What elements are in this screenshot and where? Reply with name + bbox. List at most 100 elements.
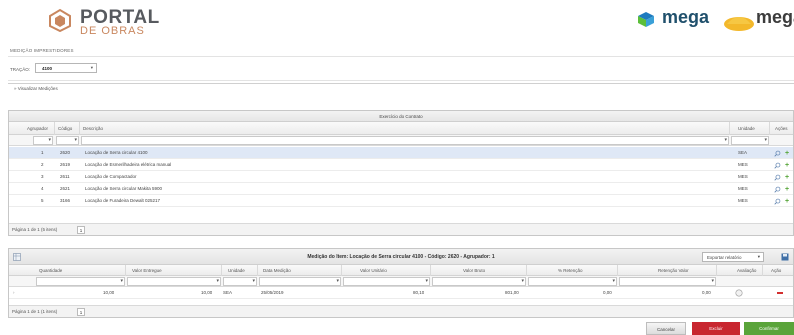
filter-agrupador[interactable]: ▾ <box>33 136 53 145</box>
col-header-descricao[interactable]: Descrição <box>80 122 730 135</box>
visualizar-medicoes-fieldset[interactable]: » Visualizar Medições <box>8 83 794 94</box>
row-indicator: › <box>13 290 15 295</box>
pager-text: Página 1 de 1 (5 itens) <box>12 227 58 232</box>
cell-data-medicao: 25/05/2019 <box>261 290 284 295</box>
cell-unidade: SEA <box>738 150 748 155</box>
filter-quantidade[interactable]: ▾ <box>36 277 125 286</box>
cell-valor-bruto: 801,00 <box>505 290 519 295</box>
contract-items-grid: Exercício do Contrato Agrupador Código D… <box>8 110 794 236</box>
add-icon[interactable]: + <box>785 174 791 181</box>
filter-label: TRAÇÃO: <box>10 67 31 72</box>
col-header-quantidade[interactable]: Quantidade <box>9 265 126 276</box>
col-header-agrupador[interactable]: Agrupador <box>9 122 55 135</box>
cell-retencao-valor: 0,00 <box>702 290 711 295</box>
search-icon[interactable] <box>774 162 781 169</box>
grid-filter-row: ▾ ▾ ▾ ▾ <box>9 135 793 146</box>
add-icon[interactable]: + <box>785 150 791 157</box>
col-header-unidade[interactable]: Unidade <box>730 122 770 135</box>
grid-filter-row: ▾ ▾ ▾ ▾ ▾ ▾ ▾ ▾ <box>9 276 793 287</box>
tracao-select[interactable]: 4100 ▾ <box>35 63 97 73</box>
cell-unidade: MES <box>738 186 748 191</box>
chevron-down-icon: ▾ <box>90 65 93 70</box>
search-icon[interactable] <box>774 198 781 205</box>
mega-brand-text: mega <box>662 7 710 27</box>
chevron-down-icon: ▾ <box>612 278 615 284</box>
cell-codigo: 2621 <box>60 186 71 191</box>
cell-descricao: Locação de Serra circular Makita 5900 <box>85 186 163 191</box>
grid-header: Quantidade Valor Entregue Unidade Data M… <box>9 265 793 276</box>
search-icon[interactable] <box>774 150 781 157</box>
cell-codigo: 2620 <box>60 150 71 155</box>
col-header-data-medicao[interactable]: Data Medição <box>258 265 342 276</box>
pager: Página 1 de 1 (5 itens) 1 <box>9 223 793 235</box>
cell-codigo: 3166 <box>60 198 71 203</box>
chevron-down-icon: ▾ <box>120 278 123 284</box>
chevron-down-icon: ▾ <box>252 278 255 284</box>
search-icon[interactable] <box>774 186 781 193</box>
col-header-valor-unitario[interactable]: Valor Unitário <box>342 265 431 276</box>
filter-unidade[interactable]: ▾ <box>731 136 769 145</box>
grid-header: Agrupador Código Descrição Unidade Ações <box>9 122 793 135</box>
filter-codigo[interactable]: ▾ <box>56 136 79 145</box>
table-row[interactable]: 2 2619 Locação de Esmerilhadeira elétric… <box>9 159 793 171</box>
grid-title-bar: Medição do Item: Locação de Serra circul… <box>9 249 793 265</box>
evaluation-icon[interactable] <box>735 289 743 297</box>
grid-title: Medição do Item: Locação de Serra circul… <box>307 254 495 260</box>
col-header-valor-bruto[interactable]: Valor Bruto <box>431 265 527 276</box>
export-select[interactable]: Exportar relatório ▾ <box>702 252 764 262</box>
fieldset-label[interactable]: » Visualizar Medições <box>12 86 60 91</box>
cell-valor-entregue: 10,00 <box>201 290 213 295</box>
filter-unidade[interactable]: ▾ <box>223 277 257 286</box>
filter-data-medicao[interactable]: ▾ <box>259 277 341 286</box>
cell-retencao-pct: 0,00 <box>603 290 612 295</box>
portal-logo-icon <box>49 8 71 32</box>
filter-descricao[interactable]: ▾ <box>81 136 729 145</box>
page-number[interactable]: 1 <box>77 226 85 234</box>
chevron-down-icon: ▾ <box>216 278 219 284</box>
cell-agrupador: 1 <box>41 150 44 155</box>
page-number[interactable]: 1 <box>77 308 85 316</box>
cell-unidade: MES <box>738 198 748 203</box>
table-row[interactable]: 1 2620 Locação de Serra circular 4100 SE… <box>9 147 793 159</box>
chevron-down-icon: ▾ <box>521 278 524 284</box>
col-header-acoes: Ações <box>775 126 788 131</box>
delete-icon[interactable] <box>777 292 783 294</box>
cell-codigo: 2611 <box>60 174 70 179</box>
chevron-down-icon: ▾ <box>711 278 714 284</box>
add-icon[interactable]: + <box>785 186 791 193</box>
chevron-down-icon: ▾ <box>425 278 428 284</box>
add-icon[interactable]: + <box>785 198 791 205</box>
confirm-button[interactable]: Confirmar <box>744 322 794 335</box>
cell-unidade: MES <box>738 162 748 167</box>
cell-agrupador: 3 <box>41 174 44 179</box>
filter-valor-bruto[interactable]: ▾ <box>432 277 526 286</box>
col-header-retencao-valor[interactable]: Retenção Valor <box>618 265 717 276</box>
cancel-button[interactable]: Cancelar <box>646 322 686 335</box>
filter-retencao-pct[interactable]: ▾ <box>528 277 617 286</box>
chevron-down-icon: ▾ <box>74 137 77 143</box>
export-select-value: Exportar relatório <box>707 255 742 260</box>
tracao-select-value: 4100 <box>42 66 53 71</box>
delete-button[interactable]: Excluir <box>692 322 740 335</box>
divider <box>8 80 794 81</box>
col-header-codigo[interactable]: Código <box>55 122 80 135</box>
search-icon[interactable] <box>774 174 781 181</box>
mega-logo-icon <box>638 12 654 27</box>
col-header-valor-entregue[interactable]: Valor Entregue <box>126 265 222 276</box>
pager: Página 1 de 1 (1 itens) 1 <box>9 305 793 317</box>
chevron-down-icon: ▾ <box>757 254 760 259</box>
table-row[interactable]: › 10,00 10,00 SEA 25/05/2019 80,10 801,0… <box>9 287 793 299</box>
table-row[interactable]: 4 2621 Locação de Serra circular Makita … <box>9 183 793 195</box>
cell-agrupador: 2 <box>41 162 44 167</box>
col-header-acao: Ação <box>771 268 782 273</box>
filter-valor-unitario[interactable]: ▾ <box>343 277 430 286</box>
add-icon[interactable]: + <box>785 162 791 169</box>
col-header-retencao-pct[interactable]: % Retenção <box>527 265 618 276</box>
save-icon[interactable] <box>781 253 789 261</box>
mega-brand-text-2: mega <box>756 7 794 27</box>
col-header-unidade[interactable]: Unidade <box>222 265 258 276</box>
table-row[interactable]: 3 2611 Locação de Compactador MES + <box>9 171 793 183</box>
table-row[interactable]: 5 3166 Locação de Furadeira Dewalt 02521… <box>9 195 793 207</box>
filter-retencao-valor[interactable]: ▾ <box>619 277 716 286</box>
filter-valor-entregue[interactable]: ▾ <box>127 277 221 286</box>
